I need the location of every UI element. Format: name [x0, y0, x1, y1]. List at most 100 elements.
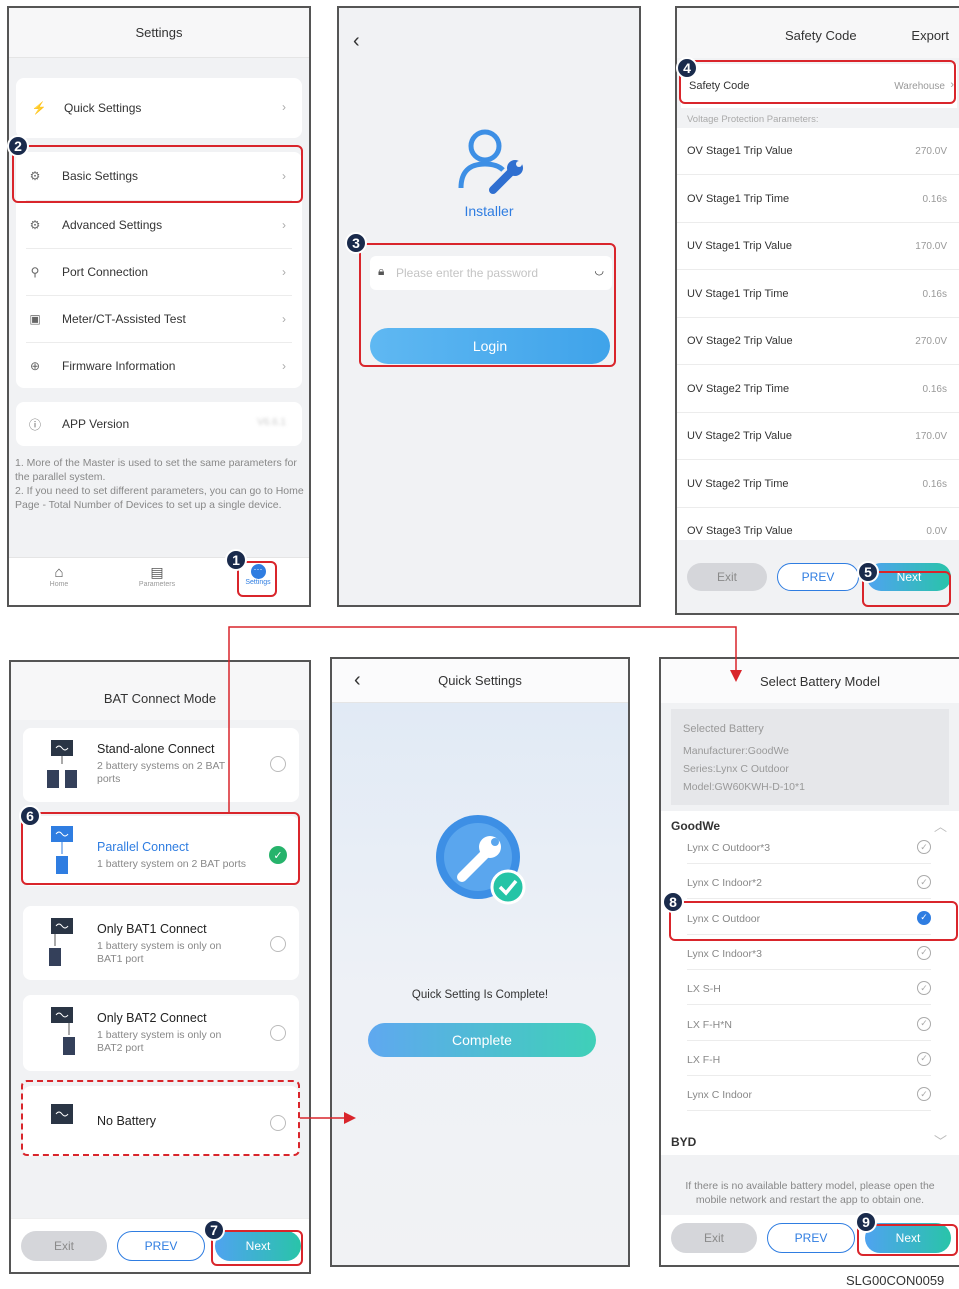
parameter-value: 170.0V [915, 431, 947, 442]
meter-icon: ▣ [29, 312, 41, 326]
selected-battery-box: Selected Battery Manufacturer:GoodWe Ser… [671, 709, 949, 805]
battery-model-item[interactable]: Lynx C Outdoor*3 ✓ [687, 829, 931, 864]
nav-label: Home [49, 581, 69, 588]
export-button[interactable]: Export [911, 28, 949, 43]
battery-model-item[interactable]: LX F-H ✓ [687, 1041, 931, 1076]
prev-button[interactable]: PREV [117, 1231, 205, 1261]
lightning-icon: ⚡ [31, 101, 47, 115]
mode-title: Only BAT2 Connect [97, 1011, 207, 1025]
mode-desc: 2 battery systems on 2 BAT ports [97, 760, 225, 785]
back-button[interactable]: ‹ [354, 669, 361, 692]
check-circle-icon[interactable]: ✓ [917, 875, 931, 890]
step-badge-9: 9 [855, 1211, 877, 1233]
parallel-note: 1. More of the Master is used to set the… [15, 457, 304, 511]
menu-item-meter-test[interactable]: ▣ Meter/CT-Assisted Test › [16, 296, 302, 342]
step-badge-3: 3 [345, 232, 367, 254]
quick-settings-card[interactable]: ⚡ Quick Settings › [16, 78, 302, 138]
radio-button[interactable] [270, 1025, 286, 1041]
mode-card-only-bat1[interactable]: Only BAT1 Connect 1 battery system is on… [23, 906, 299, 980]
exit-button[interactable]: Exit [21, 1231, 107, 1261]
parameter-row[interactable]: OV Stage2 Trip Value 270.0V [677, 318, 959, 365]
inverter-battery-icon [45, 918, 79, 966]
mode-card-standalone[interactable]: Stand-alone Connect 2 battery systems on… [23, 728, 299, 802]
chevron-down-icon: ﹀ [933, 1134, 947, 1149]
parameter-row[interactable]: UV Stage1 Trip Time 0.16s [677, 271, 959, 318]
document-code: SLG00CON0059 [846, 1273, 945, 1288]
parameter-row[interactable]: UV Stage2 Trip Value 170.0V [677, 413, 959, 460]
battery-model-item[interactable]: LX S-H ✓ [687, 970, 931, 1006]
step-badge-7: 7 [203, 1219, 225, 1241]
selected-model: Model:GW60KWH-D-10*1 [683, 781, 805, 793]
selected-series: Series:Lynx C Outdoor [683, 763, 789, 775]
battery-model-name: Lynx C Outdoor*3 [687, 842, 771, 854]
menu-item-label: Quick Settings [64, 101, 142, 115]
installer-icon [457, 126, 527, 196]
complete-message: Quick Setting Is Complete! [411, 989, 549, 1001]
menu-item-label: Firmware Information [62, 359, 176, 373]
mode-card-only-bat2[interactable]: Only BAT2 Connect 1 battery system is on… [23, 995, 299, 1071]
check-circle-icon[interactable]: ✓ [917, 840, 931, 854]
check-circle-icon[interactable]: ✓ [917, 945, 931, 960]
quick-complete-panel: ‹ Quick Settings Quick Setting Is Comple… [330, 657, 630, 1267]
brand-list: GoodWe ︿ Lynx C Outdoor*3 ✓ Lynx C Indoor*… [661, 811, 959, 1155]
exit-button[interactable]: Exit [687, 563, 767, 591]
menu-item-label: Advanced Settings [62, 218, 163, 232]
nav-home[interactable]: ⌂ Home [39, 564, 79, 588]
parameter-value: 270.0V [915, 336, 947, 347]
brand-header-byd[interactable]: BYD ﹀ [661, 1127, 959, 1155]
check-circle-icon[interactable]: ✓ [917, 1051, 931, 1066]
parameter-row[interactable]: OV Stage1 Trip Time 0.16s [677, 176, 959, 223]
page-title: BAT Connect Mode [103, 690, 217, 706]
nav-label: Parameters [138, 581, 176, 588]
page-title: Safety Code [785, 28, 857, 43]
parameter-name: UV Stage2 Trip Value [687, 430, 792, 442]
battery-model-item[interactable]: LX F-H*N ✓ [687, 1006, 931, 1041]
prev-button[interactable]: PREV [777, 563, 859, 591]
radio-button[interactable] [270, 936, 286, 952]
page-title: Select Battery Model [760, 673, 880, 689]
parameter-value: 170.0V [915, 241, 947, 252]
menu-item-firmware[interactable]: ⊕ Firmware Information › [16, 343, 302, 389]
highlight-parallel-connect [21, 812, 300, 885]
app-version-value: V6.6.1 [257, 417, 286, 428]
inverter-battery-icon [45, 1007, 79, 1055]
prev-button[interactable]: PREV [767, 1223, 855, 1253]
highlight-login-form [359, 243, 616, 367]
upgrade-icon: ⊕ [29, 359, 41, 373]
check-circle-icon[interactable]: ✓ [917, 1016, 931, 1031]
back-button[interactable]: ‹ [353, 30, 360, 53]
parameter-name: OV Stage3 Trip Value [687, 525, 793, 537]
radio-button[interactable] [270, 756, 286, 772]
parameter-name: OV Stage2 Trip Time [687, 382, 790, 395]
no-model-note: If there is no available battery model, … [685, 1180, 935, 1206]
battery-model-item[interactable]: Lynx C Indoor ✓ [687, 1076, 931, 1112]
parameter-row[interactable]: UV Stage1 Trip Value 170.0V [677, 223, 959, 270]
check-circle-icon[interactable]: ✓ [917, 1087, 931, 1102]
nav-parameters[interactable]: ▤ Parameters [132, 564, 182, 588]
step-badge-5: 5 [857, 561, 879, 583]
section-label: Voltage Protection Parameters: [687, 114, 819, 125]
selected-battery-title: Selected Battery [683, 723, 764, 735]
complete-button[interactable]: Complete [368, 1023, 596, 1057]
menu-item-port-connection[interactable]: ⚲ Port Connection › [16, 249, 302, 295]
highlight-safety-code [679, 60, 956, 104]
app-version-card: ⓘ APP Version V6.6.1 [16, 402, 302, 446]
page-title: Quick Settings [438, 673, 522, 688]
success-icon [432, 811, 532, 911]
exit-button[interactable]: Exit [671, 1223, 757, 1253]
parameter-value: 0.16s [922, 478, 947, 490]
check-circle-icon[interactable]: ✓ [917, 981, 931, 996]
parameter-row[interactable]: OV Stage2 Trip Time 0.16s [677, 366, 959, 413]
menu-item-label: Port Connection [62, 265, 149, 279]
battery-model-name: Lynx C Indoor [687, 1089, 752, 1102]
battery-model-name: LX F-H [687, 1053, 721, 1066]
parameter-row[interactable]: OV Stage1 Trip Value 270.0V [677, 128, 959, 175]
inverter-battery-icon [45, 740, 79, 788]
menu-item-advanced-settings[interactable]: ⚙ Advanced Settings › [16, 202, 302, 248]
parameter-row[interactable]: UV Stage2 Trip Time 0.16s [677, 461, 959, 508]
parameter-name: UV Stage2 Trip Time [687, 477, 789, 490]
port-icon: ⚲ [30, 265, 40, 279]
parameter-name: OV Stage1 Trip Time [687, 192, 790, 205]
battery-model-item[interactable]: Lynx C Indoor*2 ✓ [687, 864, 931, 900]
parameter-value: 270.0V [915, 146, 947, 157]
